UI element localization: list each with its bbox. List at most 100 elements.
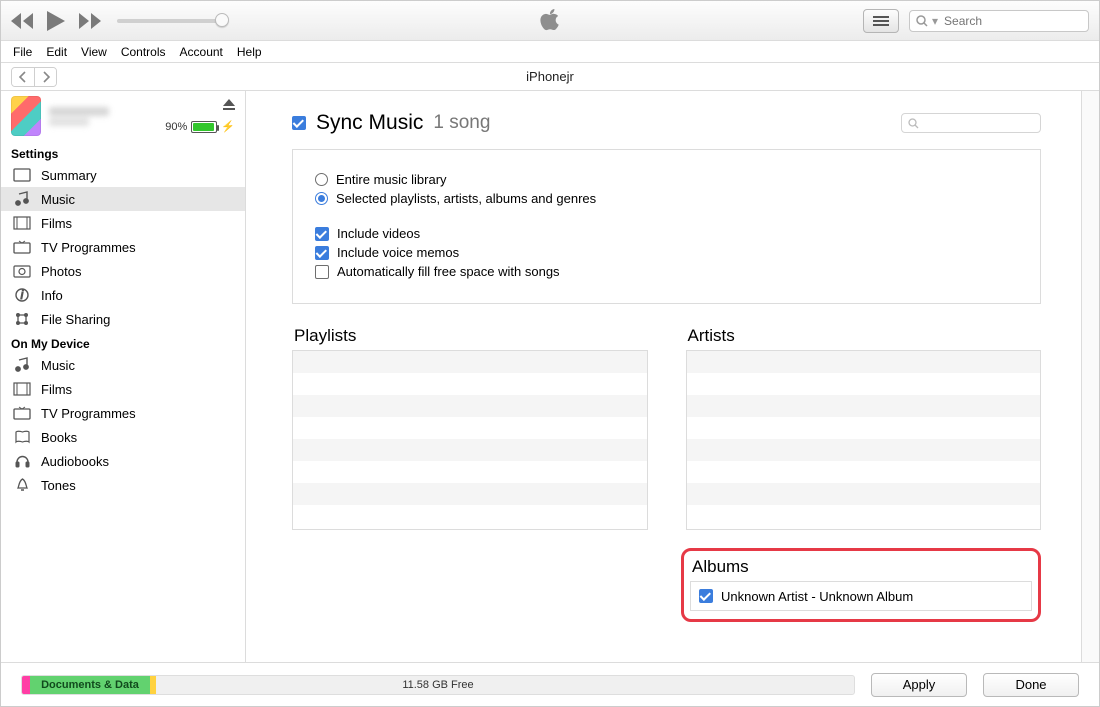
- view-list-button[interactable]: [863, 9, 899, 33]
- nav-back-button[interactable]: [12, 68, 34, 86]
- transport-controls: [11, 11, 101, 31]
- next-button[interactable]: [79, 13, 101, 29]
- info-icon: i: [13, 288, 31, 302]
- breadcrumb: iPhonejr: [1, 63, 1099, 91]
- menu-bar: File Edit View Controls Account Help: [1, 41, 1099, 63]
- eject-icon[interactable]: [223, 99, 235, 114]
- volume-slider[interactable]: [117, 19, 235, 23]
- albums-heading: Albums: [692, 557, 1032, 577]
- global-search[interactable]: ▾: [909, 10, 1089, 32]
- sidebar-item-label: Books: [41, 430, 77, 445]
- album-label: Unknown Artist - Unknown Album: [721, 589, 913, 604]
- menu-view[interactable]: View: [81, 45, 107, 59]
- sidebar-item-label: Films: [41, 382, 72, 397]
- sync-music-title: Sync Music: [316, 111, 423, 135]
- sidebar-item-file-sharing[interactable]: File Sharing: [1, 307, 245, 331]
- sidebar-item-tones[interactable]: Tones: [1, 473, 245, 497]
- player-toolbar: ▾: [1, 1, 1099, 41]
- play-button[interactable]: [47, 11, 65, 31]
- apply-button[interactable]: Apply: [871, 673, 967, 697]
- playlists-heading: Playlists: [294, 326, 648, 346]
- sidebar-item-label: Music: [41, 358, 75, 373]
- device-header[interactable]: 90% ⚡: [1, 91, 245, 141]
- sidebar-item-music[interactable]: Music: [1, 353, 245, 377]
- footer: Documents & Data 11.58 GB Free Apply Don…: [1, 662, 1099, 706]
- playlists-list[interactable]: [292, 350, 648, 530]
- books-icon: [13, 431, 31, 443]
- done-button[interactable]: Done: [983, 673, 1079, 697]
- sidebar-header-device: On My Device: [1, 331, 245, 353]
- sync-music-checkbox[interactable]: [292, 116, 306, 130]
- artists-heading: Artists: [688, 326, 1042, 346]
- albums-list[interactable]: Unknown Artist - Unknown Album: [690, 581, 1032, 611]
- sidebar-item-label: Films: [41, 216, 72, 231]
- sidebar-item-tv-programmes[interactable]: TV Programmes: [1, 401, 245, 425]
- checkbox-autofill[interactable]: [315, 265, 329, 279]
- music-icon: [13, 358, 31, 372]
- search-input[interactable]: [942, 13, 1100, 29]
- sidebar-item-music[interactable]: Music: [1, 187, 245, 211]
- device-thumbnail: [11, 96, 41, 136]
- capacity-bar: Documents & Data 11.58 GB Free: [21, 675, 855, 695]
- sidebar-item-label: TV Programmes: [41, 240, 136, 255]
- sidebar-item-info[interactable]: i Info: [1, 283, 245, 307]
- menu-controls[interactable]: Controls: [121, 45, 166, 59]
- artists-list[interactable]: [686, 350, 1042, 530]
- page-title: iPhonejr: [526, 69, 574, 84]
- main-content: Sync Music 1 song Entire music library S…: [246, 91, 1081, 662]
- sidebar-item-films[interactable]: Films: [1, 377, 245, 401]
- sync-music-count: 1 song: [433, 112, 490, 134]
- vertical-scrollbar[interactable]: [1081, 91, 1099, 662]
- capacity-free-label: 11.58 GB Free: [402, 679, 473, 691]
- audiobooks-icon: [13, 455, 31, 468]
- sidebar-item-books[interactable]: Books: [1, 425, 245, 449]
- menu-file[interactable]: File: [13, 45, 32, 59]
- films-icon: [13, 383, 31, 395]
- menu-account[interactable]: Account: [180, 45, 223, 59]
- checkbox-include-memos[interactable]: [315, 246, 329, 260]
- sidebar-item-tv-programmes[interactable]: TV Programmes: [1, 235, 245, 259]
- sidebar-item-summary[interactable]: Summary: [1, 163, 245, 187]
- album-checkbox[interactable]: [699, 589, 713, 603]
- sidebar: 90% ⚡ Settings Summary Music Films TV Progr…: [1, 91, 246, 662]
- sidebar-item-label: Summary: [41, 168, 97, 183]
- summary-icon: [13, 169, 31, 181]
- label-autofill: Automatically fill free space with songs: [337, 264, 560, 279]
- radio-selected[interactable]: [315, 192, 328, 205]
- search-icon: [908, 118, 919, 129]
- albums-callout: Albums Unknown Artist - Unknown Album: [681, 548, 1041, 622]
- sidebar-item-label: Tones: [41, 478, 76, 493]
- radio-entire-library[interactable]: [315, 173, 328, 186]
- label-include-videos: Include videos: [337, 226, 420, 241]
- album-row[interactable]: Unknown Artist - Unknown Album: [691, 582, 1031, 610]
- nav-forward-button[interactable]: [34, 68, 56, 86]
- menu-help[interactable]: Help: [237, 45, 262, 59]
- sidebar-item-label: Photos: [41, 264, 81, 279]
- sync-options: Entire music library Selected playlists,…: [292, 149, 1041, 304]
- window: ▾ File Edit View Controls Account Help i…: [0, 0, 1100, 707]
- sidebar-item-photos[interactable]: Photos: [1, 259, 245, 283]
- search-icon: [916, 15, 928, 27]
- sidebar-header-settings: Settings: [1, 141, 245, 163]
- photos-icon: [13, 265, 31, 277]
- music-search[interactable]: [901, 113, 1041, 133]
- label-selected: Selected playlists, artists, albums and …: [336, 191, 596, 206]
- sidebar-item-audiobooks[interactable]: Audiobooks: [1, 449, 245, 473]
- chevron-down-icon: ▾: [932, 14, 938, 28]
- music-icon: [13, 192, 31, 206]
- sidebar-item-label: TV Programmes: [41, 406, 136, 421]
- sidebar-item-label: Audiobooks: [41, 454, 109, 469]
- apple-logo-icon: [539, 6, 561, 35]
- fileshare-icon: [13, 312, 31, 326]
- label-include-memos: Include voice memos: [337, 245, 459, 260]
- sidebar-item-label: Info: [41, 288, 63, 303]
- prev-button[interactable]: [11, 13, 33, 29]
- menu-edit[interactable]: Edit: [46, 45, 67, 59]
- bolt-icon: ⚡: [221, 120, 235, 133]
- checkbox-include-videos[interactable]: [315, 227, 329, 241]
- tv-icon: [13, 407, 31, 420]
- sidebar-item-label: Music: [41, 192, 75, 207]
- sidebar-item-label: File Sharing: [41, 312, 110, 327]
- label-entire-library: Entire music library: [336, 172, 447, 187]
- sidebar-item-films[interactable]: Films: [1, 211, 245, 235]
